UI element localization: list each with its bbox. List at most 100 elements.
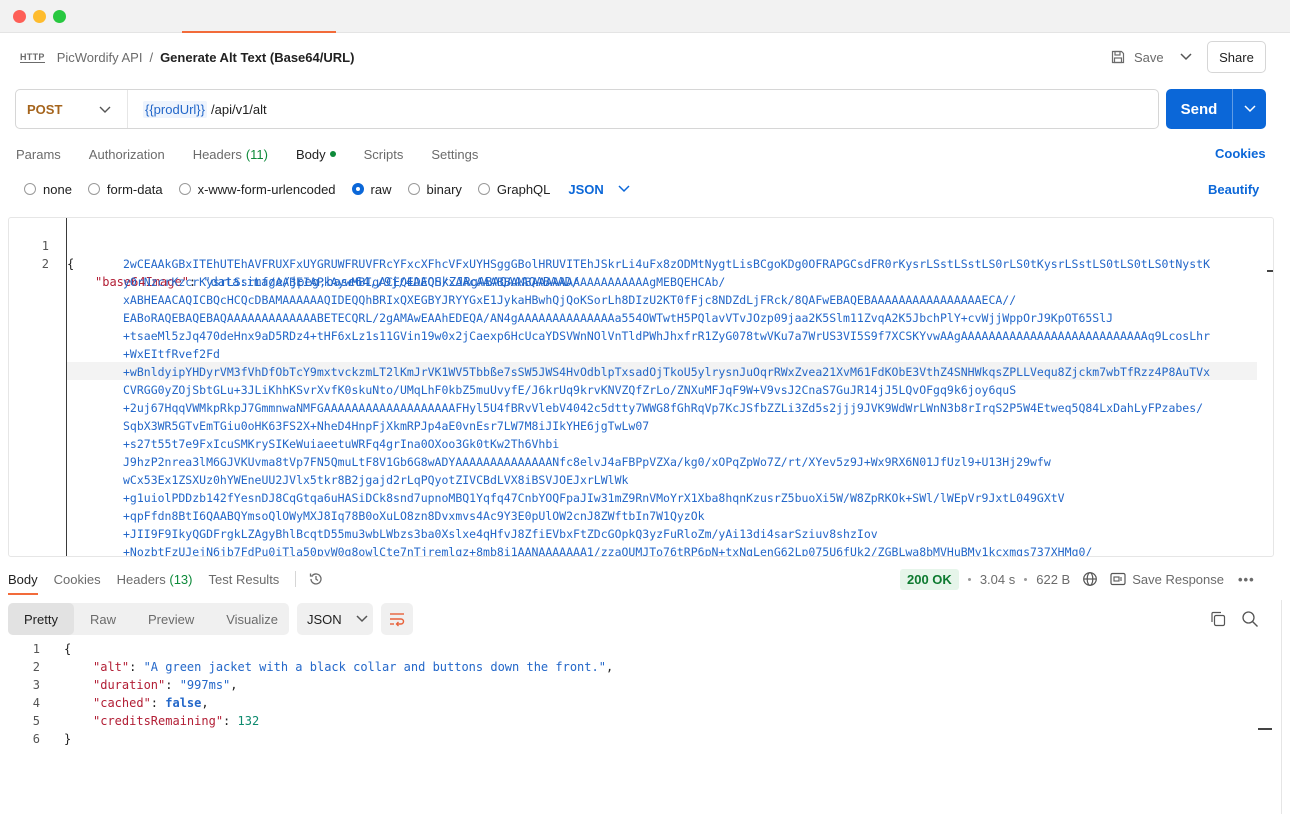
- code-line: 2 "base64Image": "data:image/jpeg;base64…: [9, 237, 579, 289]
- breadcrumb-collection[interactable]: PicWordify API: [57, 50, 143, 65]
- divider: [295, 571, 297, 587]
- code-text: {: [64, 642, 72, 656]
- base64-line: J9hzP2nrea3lM6GJVKUvma8tVp7FN5QmuLtF8V1G…: [123, 455, 1051, 469]
- body-type-graphql[interactable]: GraphQL: [477, 182, 550, 197]
- json-key: "cached": [93, 696, 151, 710]
- radio-binary[interactable]: [407, 183, 420, 195]
- url-input[interactable]: {{prodUrl}} /api/v1/alt: [128, 100, 267, 118]
- view-pretty[interactable]: Pretty: [8, 603, 74, 635]
- cookies-link[interactable]: Cookies: [1215, 146, 1266, 161]
- http-request-icon: HTTP: [20, 51, 45, 63]
- line-number: 6: [32, 732, 40, 746]
- response-scroll-marker: [1258, 728, 1272, 730]
- res-tab-cookies[interactable]: Cookies: [54, 572, 101, 587]
- radio-graphql[interactable]: [477, 183, 490, 195]
- body-type-raw[interactable]: raw: [351, 181, 392, 197]
- radio-none[interactable]: [24, 183, 36, 195]
- json-key: "creditsRemaining": [93, 714, 224, 728]
- history-icon[interactable]: [308, 571, 324, 587]
- body-type-urlencoded[interactable]: x-www-form-urlencoded: [178, 181, 336, 197]
- code-text: "alt": "A green jacket with a black coll…: [93, 658, 613, 676]
- radio-raw-label: raw: [370, 181, 392, 197]
- maximize-window-button[interactable]: [53, 10, 66, 23]
- body-type-binary[interactable]: binary: [407, 182, 462, 197]
- view-preview[interactable]: Preview: [132, 603, 210, 635]
- http-method-select[interactable]: POST: [16, 90, 128, 128]
- response-tabs: Body Cookies Headers (13) Test Results: [8, 570, 324, 588]
- response-body-viewer[interactable]: 1 {2 "alt": "A green jacket with a black c…: [0, 640, 1290, 814]
- radio-raw[interactable]: [351, 183, 364, 195]
- radio-urlencoded[interactable]: [178, 183, 191, 195]
- wrap-lines-icon: [390, 613, 405, 627]
- base64-line: +2uj67HqqVWMkpRkpJ7GmmnwaNMFGAAAAAAAAAAA…: [123, 401, 1204, 415]
- radio-urlencoded-label: x-www-form-urlencoded: [197, 181, 336, 197]
- beautify-button[interactable]: Beautify: [1208, 182, 1259, 197]
- tab-body[interactable]: Body: [296, 147, 336, 162]
- tab-headers[interactable]: Headers (11): [193, 147, 268, 162]
- close-window-button[interactable]: [13, 10, 26, 23]
- res-tab-headers[interactable]: Headers (13): [117, 572, 193, 587]
- editor-scroll-marker: [1267, 270, 1273, 272]
- view-visualize[interactable]: Visualize: [210, 603, 294, 635]
- body-type-selector: none form-data x-www-form-urlencoded raw…: [24, 180, 630, 198]
- url-environment-variable[interactable]: {{prodUrl}}: [143, 100, 207, 118]
- save-button[interactable]: Save: [1110, 44, 1164, 70]
- code-text: {: [67, 257, 75, 271]
- send-options-chevron-down-icon[interactable]: [1233, 104, 1266, 114]
- code-line: 1 {: [9, 219, 74, 271]
- tab-settings[interactable]: Settings: [431, 147, 478, 162]
- save-response-button[interactable]: Save Response: [1110, 572, 1224, 587]
- response-meta: 200 OK 3.04 s 622 B Save Response •••: [900, 568, 1255, 590]
- json-trailing: ,: [230, 678, 238, 692]
- base64-line: y0rNzcrKzcrKysrLSsrLf/AABEIAPkAywMBIgACE…: [123, 275, 726, 289]
- panel-border: [1281, 600, 1282, 814]
- body-type-form-data[interactable]: form-data: [87, 182, 163, 197]
- globe-icon[interactable]: [1082, 571, 1098, 587]
- json-value: "A green jacket with a black collar and …: [143, 660, 606, 674]
- more-options-icon[interactable]: •••: [1238, 572, 1255, 587]
- search-button[interactable]: [1241, 610, 1259, 631]
- base64-line: +qpFfdn8BtI6QAABQYmsoQlOWyMXJ8Iq78B0oXuL…: [123, 509, 705, 523]
- json-colon: :: [165, 678, 180, 692]
- response-time[interactable]: 3.04 s: [980, 572, 1015, 587]
- body-type-none[interactable]: none: [24, 182, 72, 197]
- copy-button[interactable]: [1209, 610, 1227, 631]
- wrap-lines-button[interactable]: [381, 603, 413, 635]
- send-button[interactable]: Send: [1166, 89, 1266, 129]
- raw-format-select[interactable]: JSON: [568, 182, 630, 197]
- res-tab-body[interactable]: Body: [8, 572, 38, 587]
- tab-body-label: Body: [295, 146, 326, 162]
- status-badge[interactable]: 200 OK: [900, 568, 959, 590]
- request-body-editor[interactable]: 1 { 2 "base64Image": "data:image/jpeg;ba…: [8, 217, 1274, 557]
- response-format-select[interactable]: JSON: [297, 603, 373, 635]
- save-options-chevron-down-icon[interactable]: [1178, 50, 1194, 64]
- code-text: "cached": false,: [93, 694, 209, 712]
- radio-form-data[interactable]: [87, 183, 100, 195]
- tab-params[interactable]: Params: [16, 147, 61, 162]
- share-label: Share: [1219, 49, 1254, 65]
- json-value: false: [165, 696, 202, 710]
- response-size[interactable]: 622 B: [1036, 572, 1070, 587]
- json-key: "alt": [93, 660, 130, 674]
- tab-authorization[interactable]: Authorization: [89, 147, 165, 162]
- base64-line: xABHEAACAQICBQcHCQcDBAMAAAAAAQIDEQQhBRIx…: [123, 293, 1017, 307]
- base64-line: +tsaeMl5zJq470deHnx9aD5RDz4+tHF6xLz1s11G…: [123, 329, 1211, 343]
- chevron-down-icon: [356, 615, 368, 623]
- request-tabs: Params Authorization Headers (11) Body S…: [16, 144, 506, 164]
- json-trailing: ,: [201, 696, 209, 710]
- request-name[interactable]: Generate Alt Text (Base64/URL): [160, 50, 354, 65]
- json-colon: :: [129, 660, 144, 674]
- radio-none-label: none: [43, 181, 72, 197]
- http-method-value: POST: [27, 101, 63, 117]
- separator-dot: [967, 577, 971, 581]
- res-tab-test-results[interactable]: Test Results: [209, 572, 280, 587]
- base64-line: 2wCEAAkGBxITEhUTEhAVFRUXFxUYGRUWFRUVFRcY…: [123, 257, 1211, 271]
- view-raw[interactable]: Raw: [74, 603, 132, 635]
- response-format-value: JSON: [307, 611, 342, 627]
- line-number: 4: [32, 696, 40, 710]
- share-button[interactable]: Share: [1207, 41, 1266, 73]
- line-number: 5: [32, 714, 40, 728]
- base64-line: SqbX3WR5GTvEmTGiu0oHK63FS2X+NheD4HnpFjXk…: [123, 419, 650, 433]
- tab-scripts[interactable]: Scripts: [364, 147, 404, 162]
- minimize-window-button[interactable]: [33, 10, 46, 23]
